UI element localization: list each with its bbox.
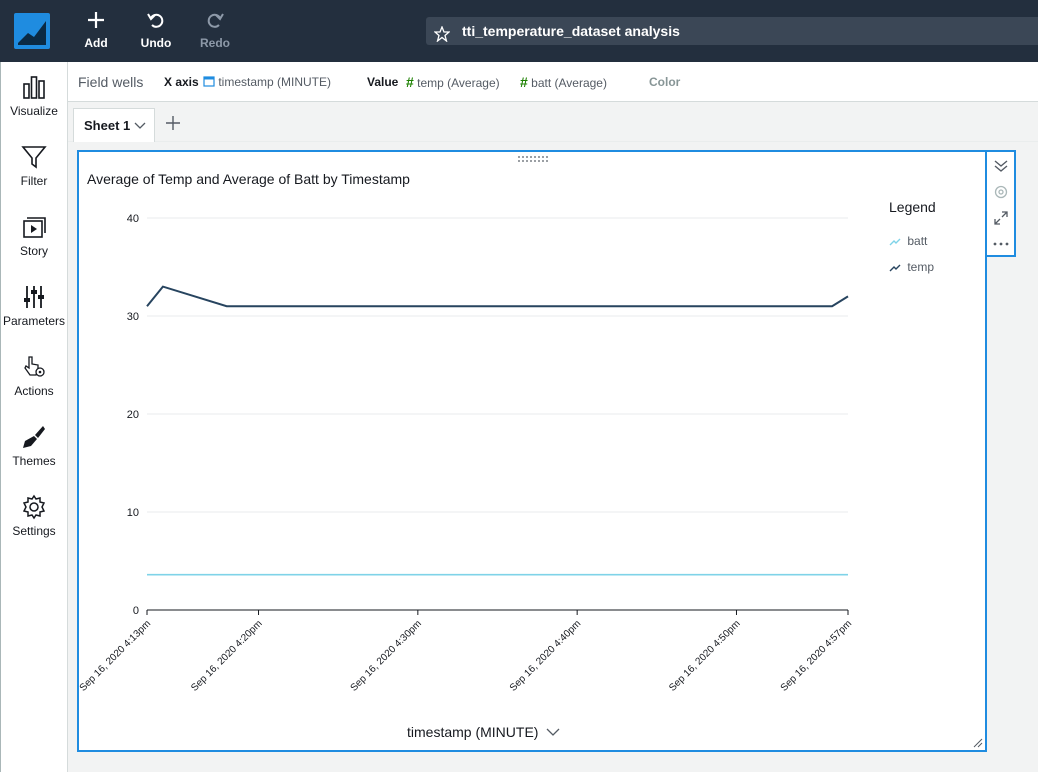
legend-item-temp[interactable]: temp — [889, 260, 934, 274]
number-icon: # — [520, 74, 528, 90]
filter-icon — [21, 146, 47, 169]
brush-icon — [23, 426, 45, 448]
x-axis-well[interactable]: timestamp (MINUTE) — [203, 62, 331, 102]
sidebar-item-parameters[interactable]: Parameters — [1, 284, 67, 346]
pointer-gear-icon — [24, 356, 45, 377]
more-options-icon[interactable] — [992, 235, 1010, 253]
redo-label: Redo — [200, 36, 230, 50]
number-icon: # — [406, 74, 414, 90]
star-icon[interactable] — [433, 23, 451, 51]
redo-icon — [190, 10, 240, 36]
x-tick-label: Sep 16, 2020 4:50pm — [667, 618, 742, 693]
x-axis-well-label: X axis — [164, 75, 199, 89]
bar-chart-icon — [23, 76, 45, 99]
x-axis-well-value: timestamp (MINUTE) — [218, 75, 332, 89]
sidebar-item-label: Visualize — [10, 104, 58, 118]
visual-menu — [987, 150, 1016, 257]
collapse-chevrons-icon[interactable] — [992, 157, 1010, 175]
sidebar-item-label: Themes — [12, 454, 56, 468]
y-tick-label: 40 — [127, 213, 139, 225]
sidebar-item-filter[interactable]: Filter — [1, 144, 67, 206]
redo-button[interactable]: Redo — [190, 10, 240, 56]
field-wells-bar: Field wells X axis timestamp (MINUTE) Va… — [68, 62, 1038, 102]
left-sidebar: Visualize Filter Story Parameters Action… — [0, 62, 68, 772]
sidebar-item-settings[interactable]: Settings — [1, 494, 67, 556]
calendar-icon — [203, 76, 215, 87]
value-well-label: Value — [367, 75, 399, 89]
chevron-down-icon[interactable] — [134, 122, 146, 130]
legend-title: Legend — [889, 199, 936, 215]
y-tick-label: 10 — [127, 507, 139, 519]
undo-button[interactable]: Undo — [131, 10, 181, 56]
analysis-title-field[interactable]: tti_temperature_dataset analysis — [426, 17, 1038, 45]
add-label: Add — [84, 36, 108, 50]
analysis-title: tti_temperature_dataset analysis — [462, 23, 680, 39]
top-bar: Add Undo Redo tti_temperature_dataset an… — [0, 0, 1038, 62]
add-sheet-plus-icon[interactable] — [164, 114, 182, 132]
undo-label: Undo — [140, 36, 172, 50]
value-well-temp-label: temp (Average) — [417, 76, 500, 90]
sidebar-item-label: Parameters — [2, 314, 66, 328]
story-icon — [23, 217, 46, 238]
line-chart-plot: 0 10 20 30 40 Sep 16, 2020 4:13pm Sep 16, 2020… — [79, 213, 854, 694]
x-tick-label: Sep 16, 2020 4:40pm — [508, 618, 583, 693]
resize-handle-icon[interactable] — [973, 738, 983, 748]
x-tick-label: Sep 16, 2020 4:57pm — [779, 618, 854, 693]
add-button[interactable]: Add — [71, 10, 121, 56]
value-well-batt-label: batt (Average) — [531, 76, 607, 90]
sidebar-item-themes[interactable]: Themes — [1, 424, 67, 486]
sliders-icon — [24, 286, 44, 308]
sidebar-item-label: Actions — [14, 384, 54, 398]
sidebar-item-story[interactable]: Story — [1, 214, 67, 276]
field-wells-label[interactable]: Field wells — [78, 62, 143, 102]
sidebar-item-label: Settings — [12, 524, 56, 538]
x-axis-title: timestamp (MINUTE) — [407, 724, 539, 740]
sidebar-item-actions[interactable]: Actions — [1, 354, 67, 416]
y-tick-label: 20 — [127, 409, 139, 421]
x-tick-label: Sep 16, 2020 4:13pm — [79, 618, 153, 693]
color-well[interactable]: Color — [649, 62, 680, 102]
plus-icon — [71, 10, 121, 36]
sheet-tab-label: Sheet 1 — [84, 118, 131, 133]
tab-sheet-1[interactable]: Sheet 1 — [73, 108, 155, 142]
value-well-temp[interactable]: # temp (Average) — [406, 62, 500, 103]
x-axis-field-selector[interactable]: timestamp (MINUTE) — [407, 724, 560, 740]
legend-item-batt[interactable]: batt — [889, 234, 927, 248]
x-tick-label: Sep 16, 2020 4:20pm — [189, 618, 264, 693]
sidebar-item-label: Story — [19, 244, 48, 258]
sidebar-item-visualize[interactable]: Visualize — [1, 74, 67, 136]
legend-line-icon — [889, 238, 901, 246]
legend-line-icon — [889, 264, 901, 272]
line-chart-visual[interactable]: Average of Temp and Average of Batt by T… — [77, 150, 987, 752]
expand-icon[interactable] — [992, 209, 1010, 227]
sheet-tab-bar: Sheet 1 — [68, 102, 1038, 142]
value-well-batt[interactable]: # batt (Average) — [520, 62, 607, 103]
gear-icon — [22, 494, 46, 520]
undo-icon — [131, 10, 181, 36]
gear-icon[interactable] — [992, 183, 1010, 201]
y-tick-label: 0 — [133, 605, 139, 617]
quicksight-logo[interactable] — [14, 13, 50, 49]
x-tick-label: Sep 16, 2020 4:30pm — [349, 618, 424, 693]
legend-item-label: temp — [907, 260, 935, 274]
legend-item-label: batt — [907, 234, 928, 248]
series-line-temp — [146, 285, 849, 308]
chevron-down-icon — [546, 728, 560, 736]
y-tick-label: 30 — [127, 311, 139, 323]
sidebar-item-label: Filter — [20, 174, 48, 188]
